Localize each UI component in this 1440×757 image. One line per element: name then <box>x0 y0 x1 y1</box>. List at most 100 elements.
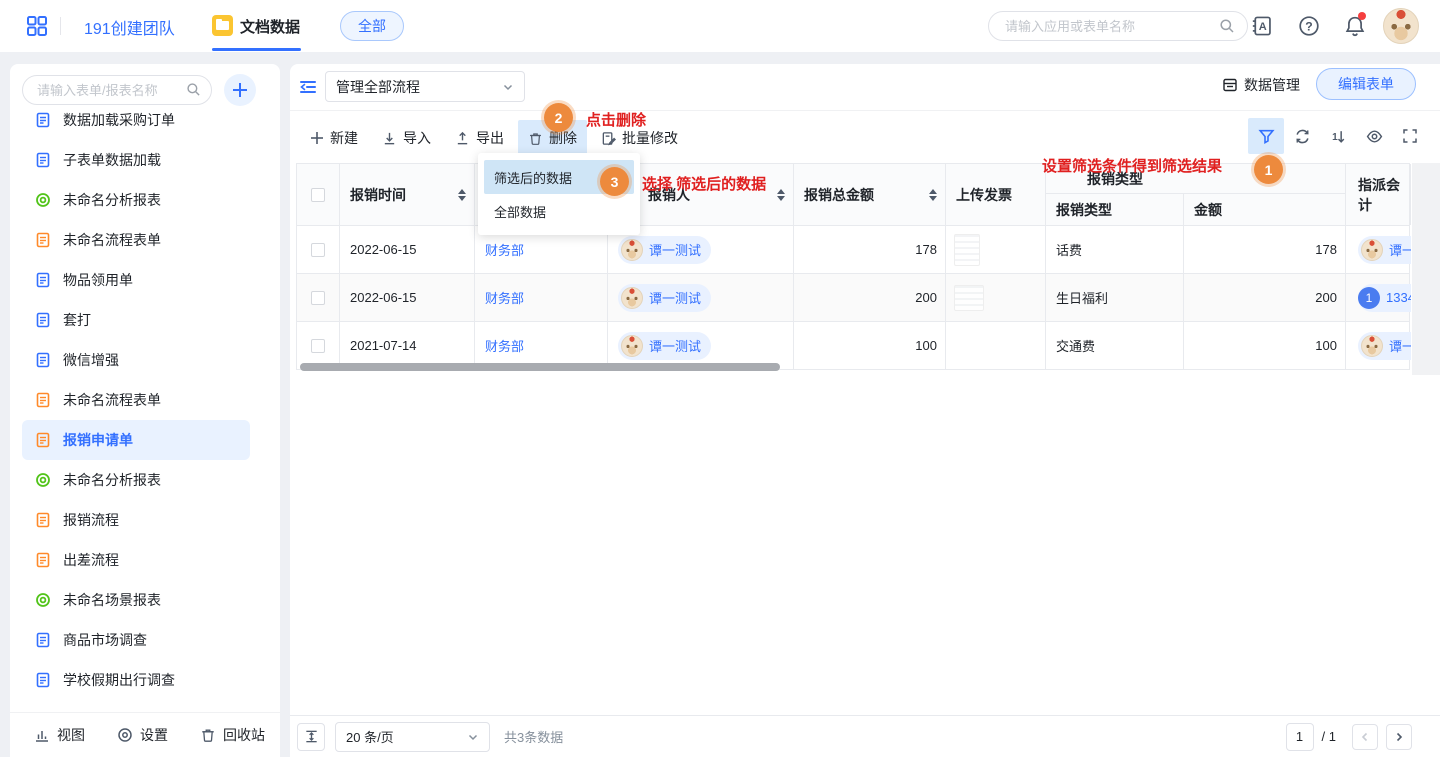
cell-total: 200 <box>794 274 946 321</box>
sidebar-search-input[interactable] <box>37 76 177 104</box>
select-all-checkbox[interactable] <box>311 188 325 202</box>
sort-icon[interactable]: 1 <box>1320 118 1356 154</box>
collapse-sidebar-icon[interactable] <box>299 79 317 95</box>
cell-invoice <box>946 226 1046 273</box>
svg-text:?: ? <box>1305 19 1312 33</box>
row-checkbox[interactable] <box>311 291 325 305</box>
annotation-step-2: 点击删除 <box>586 109 646 130</box>
dept-link[interactable]: 财务部 <box>485 240 524 259</box>
page-size-select[interactable]: 20 条/页 <box>335 722 490 752</box>
add-form-button[interactable] <box>224 74 256 106</box>
edit-form-button[interactable]: 编辑表单 <box>1316 68 1416 100</box>
sidebar-item-子表单数据加载[interactable]: 子表单数据加载 <box>22 140 250 180</box>
apps-grid-icon[interactable] <box>26 15 48 37</box>
prev-page-button[interactable] <box>1352 724 1378 750</box>
sidebar-item-物品领用单[interactable]: 物品领用单 <box>22 260 250 300</box>
col-header-date[interactable]: 报销时间 <box>340 164 475 225</box>
recycle-bin-button[interactable]: 回收站 <box>200 725 265 745</box>
app-name[interactable]: 文档数据 <box>240 16 300 37</box>
sidebar-item-微信增强[interactable]: 微信增强 <box>22 340 250 380</box>
sidebar-item-报销流程[interactable]: 报销流程 <box>22 500 250 540</box>
sidebar-item-未命名流程表单[interactable]: 未命名流程表单 <box>22 220 250 260</box>
export-button[interactable]: 导出 <box>445 120 514 156</box>
avatar <box>1361 239 1383 261</box>
sidebar-item-未命名分析报表[interactable]: 未命名分析报表 <box>22 460 250 500</box>
col-header-type[interactable]: 报销类型 <box>1046 194 1184 225</box>
table-right-gutter <box>1412 163 1440 375</box>
horizontal-scrollbar[interactable] <box>300 363 780 371</box>
col-header-accountant[interactable]: 指派会计 <box>1346 164 1411 225</box>
step-badge-3: 3 <box>600 167 629 196</box>
sidebar-item-未命名分析报表[interactable]: 未命名分析报表 <box>22 180 250 220</box>
accountant-pill[interactable]: 谭一 <box>1358 236 1411 264</box>
cell-dept: 财务部 <box>475 274 608 321</box>
table-row[interactable]: 2022-06-15 财务部 谭一测试 178 话费 178 谭一 <box>297 226 1409 274</box>
accountant-pill[interactable]: 谭一 <box>1358 332 1411 360</box>
delete-menu-option-all[interactable]: 全部数据 <box>484 194 634 228</box>
global-search-input[interactable] <box>1005 12 1210 40</box>
accountant-pill[interactable]: 1 1334 <box>1358 284 1411 312</box>
address-book-icon[interactable]: A <box>1251 15 1273 37</box>
sidebar-item-报销申请单[interactable]: 报销申请单 <box>22 420 250 460</box>
sidebar-item-数据加载采购订单[interactable]: 数据加载采购订单 <box>22 112 250 140</box>
next-page-button[interactable] <box>1386 724 1412 750</box>
user-avatar[interactable] <box>1383 8 1419 44</box>
dept-link[interactable]: 财务部 <box>485 336 524 355</box>
cell-person: 谭一测试 <box>608 274 794 321</box>
annotation-step-1: 设置筛选条件得到筛选结果 <box>1042 155 1222 176</box>
help-icon[interactable]: ? <box>1298 15 1320 37</box>
new-button[interactable]: 新建 <box>300 120 368 156</box>
main-panel: 管理全部流程 数据管理 编辑表单 新建 导入 导出 <box>290 64 1440 757</box>
visibility-icon[interactable] <box>1356 118 1392 154</box>
views-button[interactable]: 视图 <box>34 725 85 745</box>
cell-accountant: 1 1334 <box>1346 274 1411 321</box>
fullscreen-icon[interactable] <box>1392 118 1428 154</box>
dept-link[interactable]: 财务部 <box>485 288 524 307</box>
cell-type: 话费 <box>1046 226 1184 273</box>
sidebar-item[interactable] <box>22 700 250 712</box>
sidebar-item-未命名流程表单[interactable]: 未命名流程表单 <box>22 380 250 420</box>
import-button[interactable]: 导入 <box>372 120 441 156</box>
invoice-thumbnail[interactable] <box>954 234 980 266</box>
sidebar-item-套打[interactable]: 套打 <box>22 300 250 340</box>
col-header-invoice[interactable]: 上传发票 <box>946 164 1046 225</box>
search-icon <box>186 82 201 97</box>
invoice-thumbnail[interactable] <box>954 285 984 311</box>
row-height-button[interactable] <box>297 723 325 751</box>
row-checkbox[interactable] <box>311 243 325 257</box>
active-tab-underline <box>212 48 301 51</box>
search-icon[interactable] <box>1219 18 1235 34</box>
cell-total: 100 <box>794 322 946 369</box>
global-search[interactable] <box>988 11 1248 41</box>
sidebar-footer: 视图 设置 回收站 <box>10 712 280 757</box>
person-pill[interactable]: 谭一测试 <box>618 284 711 312</box>
page-input[interactable]: 1 <box>1286 723 1314 751</box>
sidebar-search[interactable] <box>22 75 212 105</box>
sidebar-item-学校假期出行调查[interactable]: 学校假期出行调查 <box>22 660 250 700</box>
cell-date: 2022-06-15 <box>340 274 475 321</box>
avatar <box>621 239 643 261</box>
refresh-icon[interactable] <box>1284 118 1320 154</box>
sort-arrows-icon[interactable] <box>777 189 785 201</box>
divider <box>60 17 61 35</box>
tab-all[interactable]: 全部 <box>340 11 404 41</box>
person-pill[interactable]: 谭一测试 <box>618 236 711 264</box>
table-row[interactable]: 2022-06-15 财务部 谭一测试 200 生日福利 200 1 1334 <box>297 274 1409 322</box>
team-name[interactable]: 191创建团队 <box>84 15 175 39</box>
sidebar-item-出差流程[interactable]: 出差流程 <box>22 540 250 580</box>
sort-arrows-icon[interactable] <box>929 189 937 201</box>
col-header-total[interactable]: 报销总金额 <box>794 164 946 225</box>
sidebar-item-商品市场调查[interactable]: 商品市场调查 <box>22 620 250 660</box>
sort-arrows-icon[interactable] <box>458 189 466 201</box>
settings-button[interactable]: 设置 <box>117 725 168 745</box>
trash-icon <box>528 131 543 146</box>
row-checkbox[interactable] <box>311 339 325 353</box>
process-view-select[interactable]: 管理全部流程 <box>325 71 525 102</box>
person-pill[interactable]: 谭一测试 <box>618 332 711 360</box>
sidebar-item-未命名场景报表[interactable]: 未命名场景报表 <box>22 580 250 620</box>
filter-icon[interactable] <box>1248 118 1284 154</box>
cell-person: 谭一测试 <box>608 322 794 369</box>
cell-total: 178 <box>794 226 946 273</box>
data-manage-button[interactable]: 数据管理 <box>1222 75 1300 95</box>
col-header-amount[interactable]: 金额 <box>1184 194 1345 225</box>
